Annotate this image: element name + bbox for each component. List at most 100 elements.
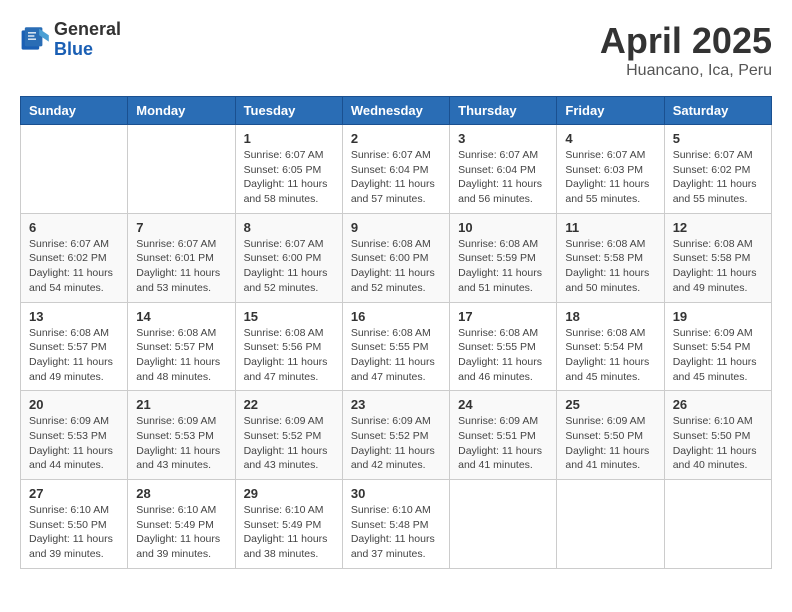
calendar-cell: 8 Sunrise: 6:07 AM Sunset: 6:00 PM Daylig… xyxy=(235,213,342,302)
week-row-1: 1Sunrise: 6:07 AM Sunset: 6:05 PM Daylig… xyxy=(21,125,772,214)
day-number: 19 xyxy=(673,309,763,324)
day-number: 11 xyxy=(565,220,655,235)
day-number: 22 xyxy=(244,397,334,412)
day-number: 26 xyxy=(673,397,763,412)
logo-icon xyxy=(20,24,52,56)
day-number: 25 xyxy=(565,397,655,412)
calendar-cell: 24 Sunrise: 6:09 AM Sunset: 5:51 PM Dayli… xyxy=(450,391,557,480)
col-wednesday: Wednesday xyxy=(342,97,449,125)
day-info: Sunrise: 6:08 AM Sunset: 6:00 PM Dayligh… xyxy=(351,237,441,296)
calendar-cell: 26 Sunrise: 6:10 AM Sunset: 5:50 PM Dayli… xyxy=(664,391,771,480)
day-info: Sunrise: 6:09 AM Sunset: 5:54 PM Dayligh… xyxy=(673,326,763,385)
day-number: 13 xyxy=(29,309,119,324)
calendar-cell: 14 Sunrise: 6:08 AM Sunset: 5:57 PM Dayli… xyxy=(128,302,235,391)
calendar-cell: 30Sunrise: 6:10 AM Sunset: 5:48 PM Dayli… xyxy=(342,480,449,569)
calendar-cell: 25 Sunrise: 6:09 AM Sunset: 5:50 PM Dayli… xyxy=(557,391,664,480)
calendar-cell: 12 Sunrise: 6:08 AM Sunset: 5:58 PM Dayli… xyxy=(664,213,771,302)
col-monday: Monday xyxy=(128,97,235,125)
calendar-cell: 2 Sunrise: 6:07 AM Sunset: 6:04 PM Daylig… xyxy=(342,125,449,214)
title-section: April 2025 Huancano, Ica, Peru xyxy=(600,20,772,80)
day-number: 23 xyxy=(351,397,441,412)
calendar-cell: 3 Sunrise: 6:07 AM Sunset: 6:04 PM Daylig… xyxy=(450,125,557,214)
day-info: Sunrise: 6:09 AM Sunset: 5:50 PM Dayligh… xyxy=(565,414,655,473)
day-info: Sunrise: 6:08 AM Sunset: 5:58 PM Dayligh… xyxy=(673,237,763,296)
day-info: Sunrise: 6:07 AM Sunset: 6:01 PM Dayligh… xyxy=(136,237,226,296)
day-number: 16 xyxy=(351,309,441,324)
day-number: 1 xyxy=(244,131,334,146)
day-info: Sunrise: 6:07 AM Sunset: 6:00 PM Dayligh… xyxy=(244,237,334,296)
calendar-cell: 1Sunrise: 6:07 AM Sunset: 6:05 PM Daylig… xyxy=(235,125,342,214)
day-info: Sunrise: 6:07 AM Sunset: 6:04 PM Dayligh… xyxy=(458,148,548,207)
logo-text: General Blue xyxy=(54,20,121,60)
day-number: 10 xyxy=(458,220,548,235)
col-friday: Friday xyxy=(557,97,664,125)
calendar-cell: 23 Sunrise: 6:09 AM Sunset: 5:52 PM Dayli… xyxy=(342,391,449,480)
calendar-cell: 9 Sunrise: 6:08 AM Sunset: 6:00 PM Daylig… xyxy=(342,213,449,302)
calendar-cell xyxy=(450,480,557,569)
day-info: Sunrise: 6:08 AM Sunset: 5:55 PM Dayligh… xyxy=(458,326,548,385)
calendar-table: Sunday Monday Tuesday Wednesday Thursday… xyxy=(20,96,772,569)
day-number: 14 xyxy=(136,309,226,324)
calendar-cell xyxy=(557,480,664,569)
day-number: 3 xyxy=(458,131,548,146)
day-number: 4 xyxy=(565,131,655,146)
calendar-cell xyxy=(128,125,235,214)
day-info: Sunrise: 6:09 AM Sunset: 5:53 PM Dayligh… xyxy=(136,414,226,473)
calendar-header-row: Sunday Monday Tuesday Wednesday Thursday… xyxy=(21,97,772,125)
calendar-cell: 20 Sunrise: 6:09 AM Sunset: 5:53 PM Dayli… xyxy=(21,391,128,480)
calendar-cell: 18 Sunrise: 6:08 AM Sunset: 5:54 PM Dayli… xyxy=(557,302,664,391)
week-row-2: 6 Sunrise: 6:07 AM Sunset: 6:02 PM Daylig… xyxy=(21,213,772,302)
week-row-4: 20 Sunrise: 6:09 AM Sunset: 5:53 PM Dayli… xyxy=(21,391,772,480)
calendar-cell: 21 Sunrise: 6:09 AM Sunset: 5:53 PM Dayli… xyxy=(128,391,235,480)
logo: General Blue xyxy=(20,20,121,60)
calendar-cell: 7 Sunrise: 6:07 AM Sunset: 6:01 PM Daylig… xyxy=(128,213,235,302)
day-number: 2 xyxy=(351,131,441,146)
calendar-cell: 17 Sunrise: 6:08 AM Sunset: 5:55 PM Dayli… xyxy=(450,302,557,391)
day-info: Sunrise: 6:10 AM Sunset: 5:49 PM Dayligh… xyxy=(244,503,334,562)
day-info: Sunrise: 6:09 AM Sunset: 5:51 PM Dayligh… xyxy=(458,414,548,473)
calendar-cell: 22 Sunrise: 6:09 AM Sunset: 5:52 PM Dayli… xyxy=(235,391,342,480)
day-info: Sunrise: 6:07 AM Sunset: 6:03 PM Dayligh… xyxy=(565,148,655,207)
day-number: 18 xyxy=(565,309,655,324)
logo-blue: Blue xyxy=(54,40,121,60)
col-saturday: Saturday xyxy=(664,97,771,125)
calendar-cell: 6 Sunrise: 6:07 AM Sunset: 6:02 PM Daylig… xyxy=(21,213,128,302)
day-number: 8 xyxy=(244,220,334,235)
day-number: 17 xyxy=(458,309,548,324)
logo-general: General xyxy=(54,20,121,40)
day-info: Sunrise: 6:08 AM Sunset: 5:57 PM Dayligh… xyxy=(29,326,119,385)
day-info: Sunrise: 6:09 AM Sunset: 5:52 PM Dayligh… xyxy=(244,414,334,473)
day-number: 21 xyxy=(136,397,226,412)
day-info: Sunrise: 6:08 AM Sunset: 5:55 PM Dayligh… xyxy=(351,326,441,385)
calendar-cell: 13 Sunrise: 6:08 AM Sunset: 5:57 PM Dayli… xyxy=(21,302,128,391)
calendar-cell: 28Sunrise: 6:10 AM Sunset: 5:49 PM Dayli… xyxy=(128,480,235,569)
day-info: Sunrise: 6:10 AM Sunset: 5:48 PM Dayligh… xyxy=(351,503,441,562)
day-info: Sunrise: 6:10 AM Sunset: 5:49 PM Dayligh… xyxy=(136,503,226,562)
calendar-cell: 16 Sunrise: 6:08 AM Sunset: 5:55 PM Dayli… xyxy=(342,302,449,391)
day-info: Sunrise: 6:08 AM Sunset: 5:54 PM Dayligh… xyxy=(565,326,655,385)
calendar-cell: 11 Sunrise: 6:08 AM Sunset: 5:58 PM Dayli… xyxy=(557,213,664,302)
day-info: Sunrise: 6:08 AM Sunset: 5:57 PM Dayligh… xyxy=(136,326,226,385)
calendar-cell: 5Sunrise: 6:07 AM Sunset: 6:02 PM Daylig… xyxy=(664,125,771,214)
day-info: Sunrise: 6:07 AM Sunset: 6:02 PM Dayligh… xyxy=(29,237,119,296)
day-number: 20 xyxy=(29,397,119,412)
calendar-cell xyxy=(21,125,128,214)
day-number: 5 xyxy=(673,131,763,146)
day-number: 7 xyxy=(136,220,226,235)
col-thursday: Thursday xyxy=(450,97,557,125)
day-number: 24 xyxy=(458,397,548,412)
day-info: Sunrise: 6:09 AM Sunset: 5:52 PM Dayligh… xyxy=(351,414,441,473)
day-number: 9 xyxy=(351,220,441,235)
day-info: Sunrise: 6:08 AM Sunset: 5:58 PM Dayligh… xyxy=(565,237,655,296)
day-number: 12 xyxy=(673,220,763,235)
week-row-5: 27Sunrise: 6:10 AM Sunset: 5:50 PM Dayli… xyxy=(21,480,772,569)
day-info: Sunrise: 6:10 AM Sunset: 5:50 PM Dayligh… xyxy=(673,414,763,473)
calendar-cell: 10Sunrise: 6:08 AM Sunset: 5:59 PM Dayli… xyxy=(450,213,557,302)
col-sunday: Sunday xyxy=(21,97,128,125)
day-number: 6 xyxy=(29,220,119,235)
day-number: 15 xyxy=(244,309,334,324)
day-info: Sunrise: 6:09 AM Sunset: 5:53 PM Dayligh… xyxy=(29,414,119,473)
day-info: Sunrise: 6:07 AM Sunset: 6:04 PM Dayligh… xyxy=(351,148,441,207)
day-number: 29 xyxy=(244,486,334,501)
page-header: General Blue April 2025 Huancano, Ica, P… xyxy=(20,20,772,80)
